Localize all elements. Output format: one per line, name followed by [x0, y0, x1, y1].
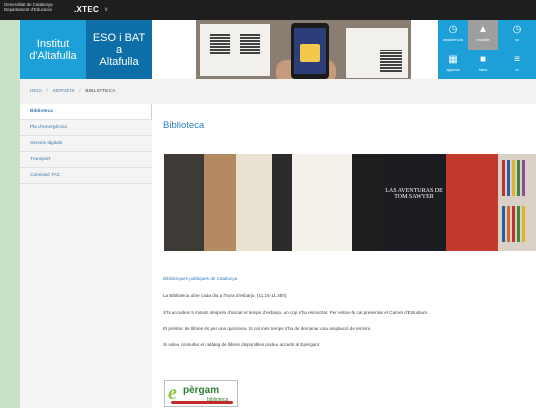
gencat-logo[interactable]: Generalitat de Catalunya Departament d'E… [4, 2, 53, 13]
menu-icon: ≡ [514, 54, 520, 65]
content: Biblioteca LAS AVENTURAS DE TOM SAWYER B… [162, 104, 536, 408]
site-banner: Institut d'Altafulla ESO i BAT a Altaful… [20, 20, 536, 79]
gencat-line-2: Departament d'Educació [4, 7, 52, 13]
hero-book-title: LAS AVENTURAS DE TOM SAWYER [385, 188, 443, 200]
breadcrumb-biblioteca: BIBLIOTECA [85, 89, 116, 94]
xtec-chevron-icon[interactable]: ∨ [104, 6, 108, 13]
eso-bat-logo[interactable]: ESO i BAT a Altafulla [86, 20, 152, 79]
paragraph-catalog: Si voleu consultar el catàleg de llibres… [163, 342, 321, 347]
qr-code [380, 50, 402, 72]
sidebar-item-serveis-digitals[interactable]: Serveis digitals [20, 136, 152, 152]
tile-assistencia[interactable]: ◷ assistència [438, 20, 468, 50]
breadcrumb: INICI / SERVEIS / BIBLIOTECA [20, 79, 536, 104]
epergam-e-icon: e [168, 382, 177, 404]
clock-icon: ◷ [448, 24, 458, 35]
clock-icon: ◷ [512, 24, 522, 35]
epergam-link[interactable]: e pèrgam biblioteca [164, 380, 238, 407]
eso-bat-label: ESO i BAT a Altafulla [92, 31, 146, 68]
sidebar-item-pla-emergencia[interactable]: Pla d'emergència [20, 120, 152, 136]
bookshelf-image [498, 154, 536, 251]
paragraph-loan: El préstec de llibres és per una quinzen… [163, 326, 372, 331]
breadcrumb-serveis[interactable]: SERVEIS [53, 89, 75, 94]
tile-m[interactable]: ≡ m [498, 50, 536, 79]
paragraph-access: S'hi accedeix 5 minuts després d'iniciat… [163, 310, 429, 315]
biblioteques-publiques-link[interactable]: Biblioteques públiques de Catalunya [163, 276, 237, 281]
epergam-swoosh [171, 401, 233, 404]
library-hero-image: LAS AVENTURAS DE TOM SAWYER [164, 154, 536, 251]
tile-moodle[interactable]: ▲ moodle [468, 20, 498, 50]
graduation-cap-icon: ▲ [478, 24, 488, 35]
institut-logo[interactable]: Institut d'Altafulla [20, 20, 86, 79]
calendar-icon: ▦ [448, 54, 458, 65]
top-bar: Generalitat de Catalunya Departament d'E… [0, 0, 536, 20]
tile-agenda[interactable]: ▦ agenda [438, 50, 468, 79]
tile-co[interactable]: ◷ co [498, 20, 536, 50]
phone-image [291, 23, 329, 79]
institut-label: Institut d'Altafulla [29, 37, 77, 62]
tile-fotos[interactable]: ■ fotos [468, 50, 498, 79]
page-title: Biblioteca [163, 120, 205, 131]
qr-code [240, 34, 260, 54]
sidebar-item-biblioteca[interactable]: Biblioteca [20, 104, 152, 120]
main-area: INICI / SERVEIS / BIBLIOTECA Biblioteca … [20, 79, 536, 408]
breadcrumb-inici[interactable]: INICI [30, 89, 42, 94]
xtec-logo[interactable]: .XTEC [74, 5, 99, 14]
epergam-word: pèrgam [183, 385, 220, 396]
banner-photo [196, 20, 411, 79]
sidebar-item-transport[interactable]: Transport [20, 152, 152, 168]
paragraph-opening-hours: La Biblioteca obre cada dia a l'hora d'e… [163, 293, 287, 298]
sidebar-item-comissio-tac[interactable]: Comissió TAC [20, 168, 152, 184]
qr-code [210, 34, 230, 54]
camera-icon: ■ [479, 54, 487, 65]
sidebar: Biblioteca Pla d'emergència Serveis digi… [20, 104, 152, 408]
